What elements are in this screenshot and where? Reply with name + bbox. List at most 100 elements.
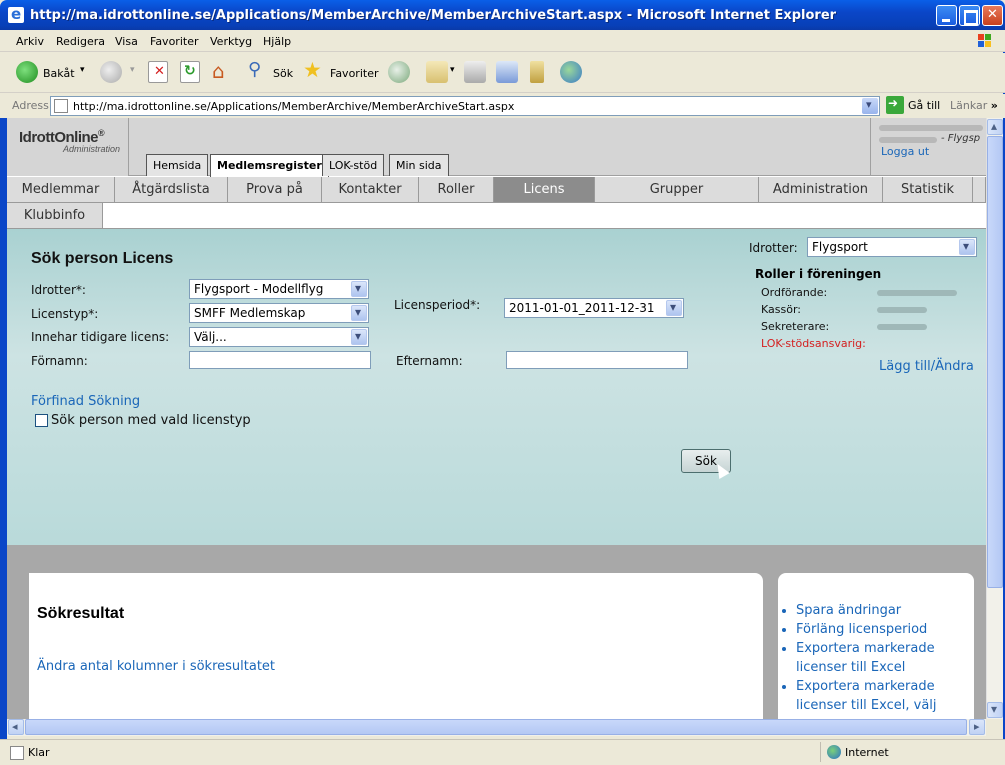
maximize-button[interactable] <box>959 5 980 26</box>
search-label[interactable]: Sök <box>273 67 293 80</box>
role-treasurer-redacted <box>877 307 927 313</box>
page-status-icon <box>10 746 24 760</box>
forward-dropdown-icon[interactable]: ▾ <box>130 65 135 75</box>
menu-redigera[interactable]: Redigera <box>56 35 105 48</box>
forward-arrow-icon[interactable] <box>100 61 122 83</box>
nav-roller[interactable]: Roller <box>419 177 494 203</box>
license-type-checkbox[interactable] <box>35 414 48 427</box>
back-dropdown-icon[interactable]: ▾ <box>80 65 85 75</box>
window-frame-left <box>0 118 7 739</box>
refined-search-link[interactable]: Förfinad Sökning <box>31 394 140 409</box>
nav-prova-pa[interactable]: Prova på <box>228 177 322 203</box>
nav-statistik[interactable]: Statistik <box>883 177 973 203</box>
mail-icon[interactable] <box>426 61 448 83</box>
back-arrow-icon[interactable] <box>16 61 38 83</box>
tab-medlemsregister[interactable]: Medlemsregister <box>210 154 329 177</box>
tab-hemsida[interactable]: Hemsida <box>146 154 209 176</box>
back-label[interactable]: Bakåt <box>43 67 75 80</box>
chevron-down-icon <box>351 329 367 345</box>
previous-license-label: Innehar tidigare licens: <box>31 330 170 344</box>
stop-icon[interactable]: ✕ <box>148 61 168 83</box>
research-icon[interactable] <box>530 61 544 83</box>
menu-verktyg[interactable]: Verktyg <box>210 35 252 48</box>
chevron-down-icon <box>351 281 367 297</box>
print-icon[interactable] <box>464 61 486 83</box>
favorites-label[interactable]: Favoriter <box>330 67 378 80</box>
filter-sport-value: Flygsport <box>812 240 868 254</box>
edit-roles-link[interactable]: Lägg till/Ändra <box>879 359 974 374</box>
horizontal-scroll-thumb[interactable] <box>25 719 967 735</box>
results-heading: Sökresultat <box>37 605 125 622</box>
logo[interactable]: IdrottOnline® Administration <box>7 118 129 176</box>
user-org: - Flygsp <box>941 133 981 144</box>
user-name-redacted <box>879 125 983 131</box>
main-nav: Medlemmar Åtgärdslista Prova på Kontakte… <box>7 177 986 229</box>
links-button[interactable]: Länkar » <box>950 99 998 112</box>
go-arrow-icon[interactable] <box>886 96 904 114</box>
nav-administration[interactable]: Administration <box>759 177 883 203</box>
minimize-button[interactable] <box>936 5 957 26</box>
scroll-left-icon[interactable] <box>8 719 24 735</box>
favorites-star-icon[interactable]: ★ <box>303 58 325 83</box>
checkbox-label: Sök person med vald licenstyp <box>51 413 251 428</box>
scroll-right-icon[interactable] <box>969 719 985 735</box>
menu-favoriter[interactable]: Favoriter <box>150 35 198 48</box>
nav-row2-fill <box>103 203 986 229</box>
vertical-scrollbar[interactable] <box>986 118 1003 719</box>
go-button[interactable]: Gå till <box>908 99 940 112</box>
action-export-excel[interactable]: Exportera markerade licenser till Excel <box>796 639 966 677</box>
nav-medlemmar[interactable]: Medlemmar <box>7 177 115 203</box>
lastname-input[interactable] <box>506 351 688 369</box>
nav-klubbinfo[interactable]: Klubbinfo <box>7 203 103 229</box>
messenger-icon[interactable] <box>560 61 582 83</box>
user-org-redacted <box>879 137 937 143</box>
search-heading: Sök person Licens <box>31 250 174 267</box>
firstname-input[interactable] <box>189 351 371 369</box>
sport-select[interactable]: Flygsport - Modellflyg <box>189 279 369 299</box>
mail-dropdown-icon[interactable]: ▾ <box>450 65 455 75</box>
filter-sport-select[interactable]: Flygsport <box>807 237 977 257</box>
columns-link[interactable]: Ändra antal kolumner i sökresultatet <box>37 659 275 674</box>
search-icon[interactable]: ⚲ <box>248 59 270 83</box>
role-chairman: Ordförande: <box>761 286 828 299</box>
nav-kontakter[interactable]: Kontakter <box>322 177 419 203</box>
menu-visa[interactable]: Visa <box>115 35 138 48</box>
tab-lok-stod[interactable]: LOK-stöd <box>322 154 385 176</box>
actions-card: Spara ändringar Förläng licensperiod Exp… <box>778 573 974 719</box>
security-zone: Internet <box>820 742 1000 762</box>
firstname-label: Förnamn: <box>31 354 88 368</box>
address-bar: Adress http://ma.idrottonline.se/Applica… <box>0 94 1005 118</box>
menu-hjalp[interactable]: Hjälp <box>263 35 291 48</box>
tab-min-sida[interactable]: Min sida <box>389 154 449 176</box>
user-box: - Flygsp Logga ut <box>870 118 986 176</box>
license-period-select[interactable]: 2011-01-01_2011-12-31 <box>504 298 684 318</box>
action-extend-period[interactable]: Förläng licensperiod <box>796 620 966 639</box>
scroll-down-icon[interactable] <box>987 702 1003 718</box>
refresh-icon[interactable]: ↻ <box>180 61 200 83</box>
logout-link[interactable]: Logga ut <box>881 145 929 158</box>
action-save[interactable]: Spara ändringar <box>796 601 966 620</box>
close-button[interactable] <box>982 5 1003 26</box>
horizontal-scrollbar[interactable] <box>7 719 986 736</box>
edit-icon[interactable] <box>496 61 518 83</box>
action-export-excel-select[interactable]: Exportera markerade licenser till Excel,… <box>796 677 966 715</box>
address-dropdown-icon[interactable] <box>862 98 878 114</box>
license-period-value: 2011-01-01_2011-12-31 <box>509 301 655 315</box>
home-icon[interactable]: ⌂ <box>211 59 233 83</box>
nav-licens[interactable]: Licens <box>494 177 595 203</box>
nav-grupper[interactable]: Grupper <box>595 177 759 203</box>
license-period-label: Licensperiod*: <box>394 298 481 312</box>
scrollbar-corner <box>986 719 1003 736</box>
address-input[interactable]: http://ma.idrottonline.se/Applications/M… <box>50 96 880 116</box>
nav-atgardslista[interactable]: Åtgärdslista <box>115 177 228 203</box>
scroll-up-icon[interactable] <box>987 119 1003 135</box>
window-title: http://ma.idrottonline.se/Applications/M… <box>30 8 837 23</box>
previous-license-select[interactable]: Välj... <box>189 327 369 347</box>
license-type-select[interactable]: SMFF Medlemskap <box>189 303 369 323</box>
history-icon[interactable] <box>388 61 410 83</box>
vertical-scroll-thumb[interactable] <box>987 136 1003 588</box>
role-chairman-redacted <box>877 290 957 296</box>
logo-subtitle: Administration <box>63 144 121 154</box>
menu-arkiv[interactable]: Arkiv <box>16 35 44 48</box>
lastname-label: Efternamn: <box>396 354 463 368</box>
